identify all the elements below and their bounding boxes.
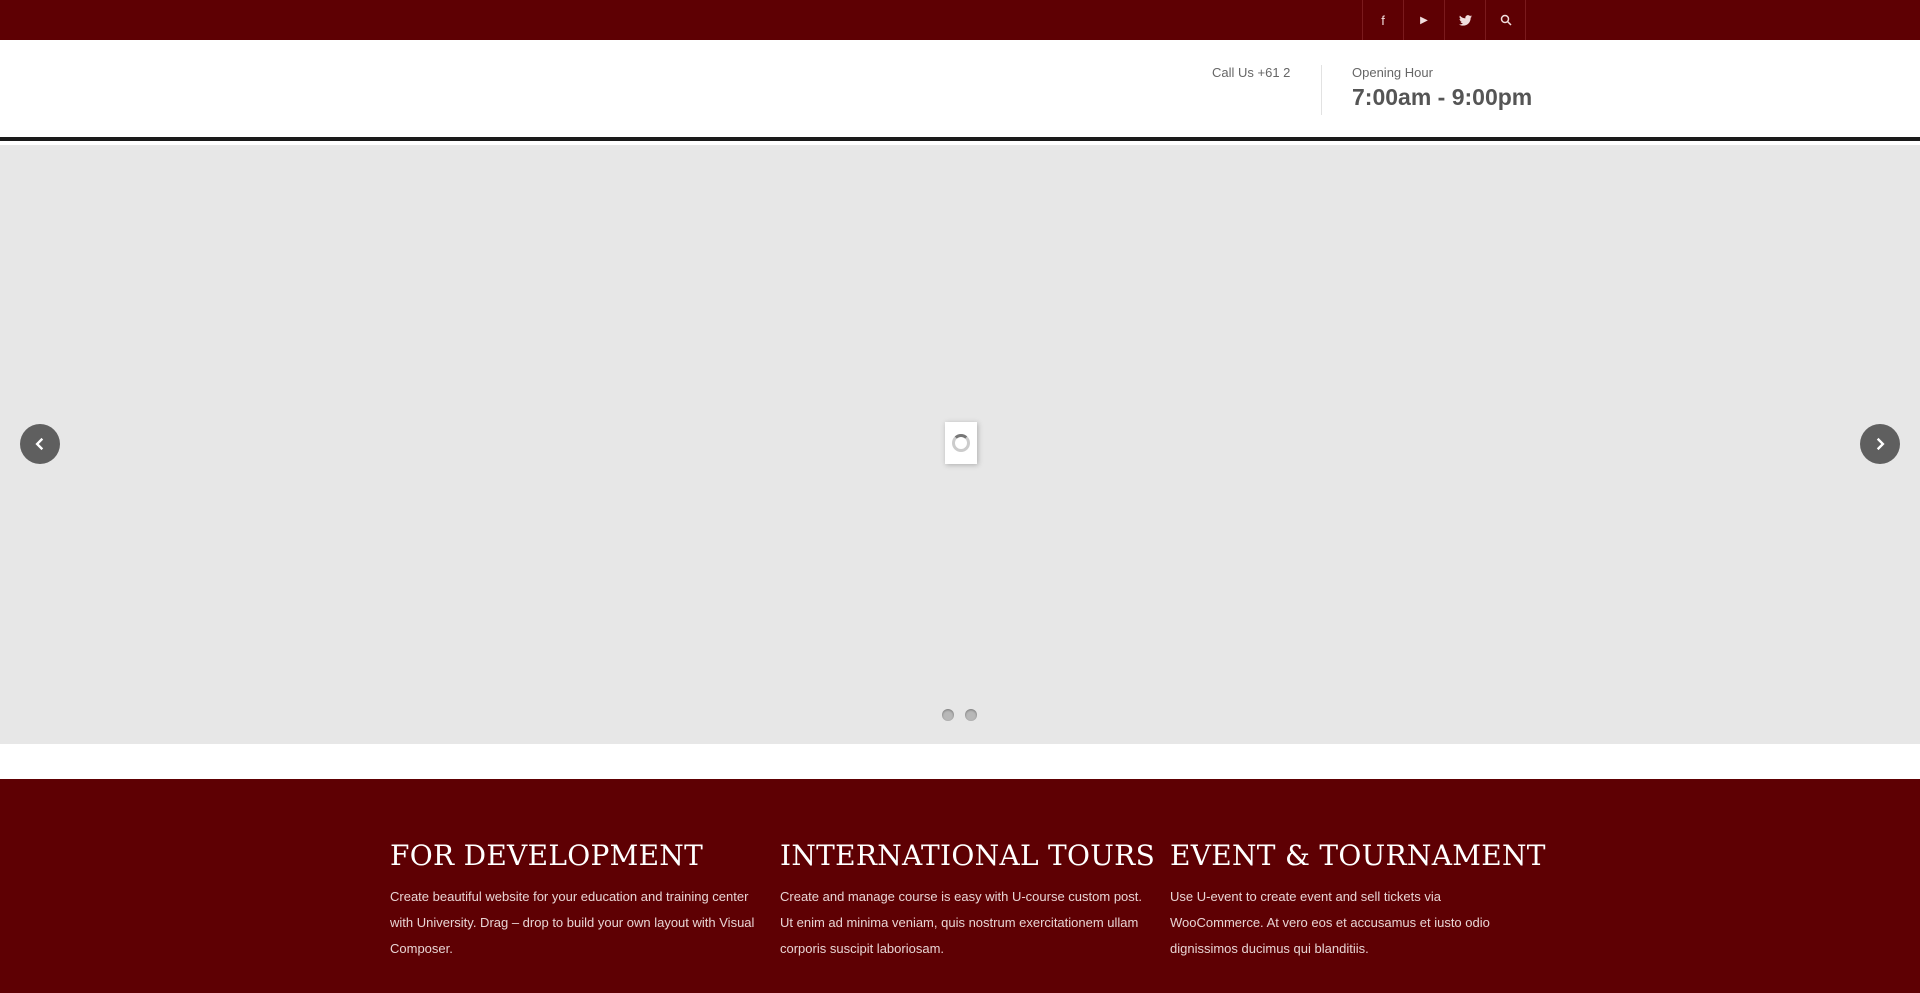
feature-international-tours: INTERNATIONAL TOURS Create and manage co…	[780, 839, 1156, 962]
facebook-icon[interactable]: f	[1362, 0, 1403, 40]
slider-next-button[interactable]	[1860, 424, 1900, 464]
feature-title: FOR DEVELOPMENT	[390, 839, 704, 872]
youtube-icon[interactable]: ▶	[1403, 0, 1444, 40]
feature-title: EVENT & TOURNAMENT	[1170, 839, 1546, 872]
opening-hour-label: Opening Hour	[1352, 65, 1433, 80]
site-header: Call Us +61 2 Opening Hour 7:00am - 9:00…	[0, 40, 1920, 141]
section-spacer	[0, 744, 1920, 779]
feature-title: INTERNATIONAL TOURS	[780, 839, 1156, 872]
opening-hour-value: 7:00am - 9:00pm	[1352, 84, 1533, 110]
call-us-text: Call Us +61 2	[1212, 65, 1291, 80]
social-links: f ▶	[1362, 0, 1526, 40]
slider-bullet-1[interactable]	[942, 709, 954, 721]
slider-prev-button[interactable]	[20, 424, 60, 464]
feature-event-tournament: EVENT & TOURNAMENT Use U-event to create…	[1170, 839, 1546, 962]
header-divider	[1321, 65, 1322, 115]
slider-bullet-2[interactable]	[965, 709, 977, 721]
slider-pagination	[942, 709, 977, 721]
chevron-left-icon	[35, 437, 44, 451]
features-section: FOR DEVELOPMENT Create beautiful website…	[0, 779, 1920, 993]
spinner-icon	[952, 434, 970, 452]
twitter-icon[interactable]	[1444, 0, 1485, 40]
top-bar: f ▶	[0, 0, 1920, 40]
hero-slider[interactable]	[0, 145, 1920, 744]
search-icon[interactable]	[1485, 0, 1526, 40]
feature-text: Create and manage course is easy with U-…	[780, 889, 1143, 956]
feature-text: Create beautiful website for your educat…	[390, 889, 755, 956]
chevron-right-icon	[1876, 437, 1885, 451]
slider-loading-indicator	[945, 422, 977, 464]
feature-development: FOR DEVELOPMENT Create beautiful website…	[390, 839, 758, 962]
feature-text: Use U-event to create event and sell tic…	[1170, 889, 1490, 956]
